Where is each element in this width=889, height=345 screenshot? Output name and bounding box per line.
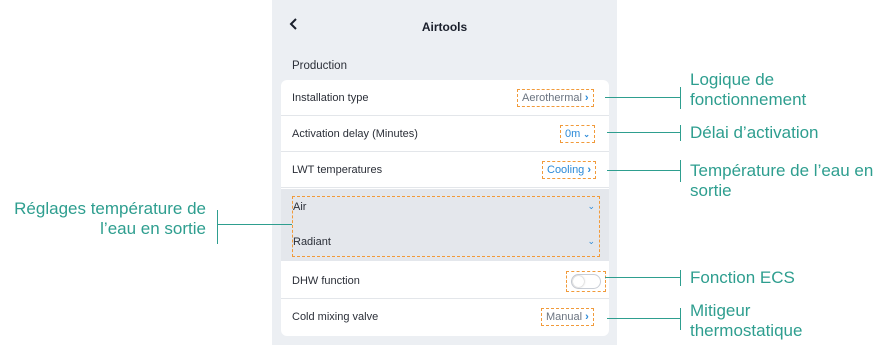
row-cold-mixing-valve[interactable]: Cold mixing valve Manual › [281, 299, 609, 335]
value-text: Aerothermal [522, 92, 582, 104]
annotation-reglages: Réglages température de l’eau en sortie [14, 199, 206, 238]
top-bar: Airtools [272, 0, 617, 52]
chevron-right-icon: › [584, 92, 589, 104]
row-label: DHW function [292, 275, 360, 287]
annotation-bracket [217, 210, 218, 244]
annotation-bracket [680, 160, 681, 182]
settings-card: Installation type Aerothermal › Activatio… [281, 80, 609, 336]
annotation-logique: Logique de fonctionnement [690, 70, 807, 109]
annotation-mitigeur: Mitigeur thermostatique [690, 301, 803, 340]
annotation-bracket [680, 308, 681, 330]
dhw-toggle[interactable] [571, 274, 601, 289]
row-label: LWT temperatures [292, 164, 383, 176]
installation-type-value[interactable]: Aerothermal › [517, 89, 594, 107]
annotation-connector [217, 224, 292, 225]
row-activation-delay[interactable]: Activation delay (Minutes) 0m ⌄ [281, 116, 609, 152]
chevron-down-icon[interactable]: ⌄ [587, 236, 595, 247]
annotation-ecs: Fonction ECS [690, 268, 795, 287]
annotation-connector [607, 132, 680, 133]
value-text: 0m [565, 128, 581, 140]
chevron-down-icon: ⌄ [583, 130, 590, 139]
chevron-right-icon: › [587, 164, 591, 176]
row-installation-type[interactable]: Installation type Aerothermal › [281, 80, 609, 116]
annotation-connector [605, 97, 680, 98]
annotation-connector [605, 277, 680, 278]
page-title: Airtools [421, 20, 468, 34]
toggle-knob [573, 276, 584, 287]
chevron-down-icon[interactable]: ⌄ [587, 201, 595, 212]
annotation-bracket [680, 87, 681, 109]
row-label: Activation delay (Minutes) [292, 128, 418, 140]
annotation-temperature: Température de l’eau en sortie [690, 161, 874, 200]
sub-item-air[interactable]: Air [293, 201, 306, 213]
row-dhw-function: DHW function [281, 263, 609, 299]
value-text: Cooling [547, 164, 585, 176]
sub-item-radiant[interactable]: Radiant [293, 236, 331, 248]
cold-mixing-valve-value[interactable]: Manual › [541, 308, 594, 326]
value-text: Manual [546, 311, 583, 323]
row-label: Cold mixing valve [292, 311, 379, 323]
app-screen: Airtools Production Installation type Ae… [272, 0, 617, 345]
annotation-connector [607, 170, 680, 171]
chevron-right-icon: › [585, 311, 589, 323]
row-label: Installation type [292, 92, 369, 104]
highlight-box [292, 196, 600, 257]
annotation-delai: Délai d’activation [690, 123, 819, 142]
annotation-connector [607, 318, 680, 319]
annotation-bracket [680, 125, 681, 141]
lwt-temperatures-value[interactable]: Cooling › [542, 161, 596, 179]
activation-delay-select[interactable]: 0m ⌄ [560, 125, 595, 143]
lwt-subgroup: Air ⌄ Radiant ⌄ [281, 189, 609, 261]
row-lwt-temperatures[interactable]: LWT temperatures Cooling › [281, 152, 609, 188]
section-title: Production [292, 60, 347, 72]
annotation-bracket [680, 270, 681, 286]
